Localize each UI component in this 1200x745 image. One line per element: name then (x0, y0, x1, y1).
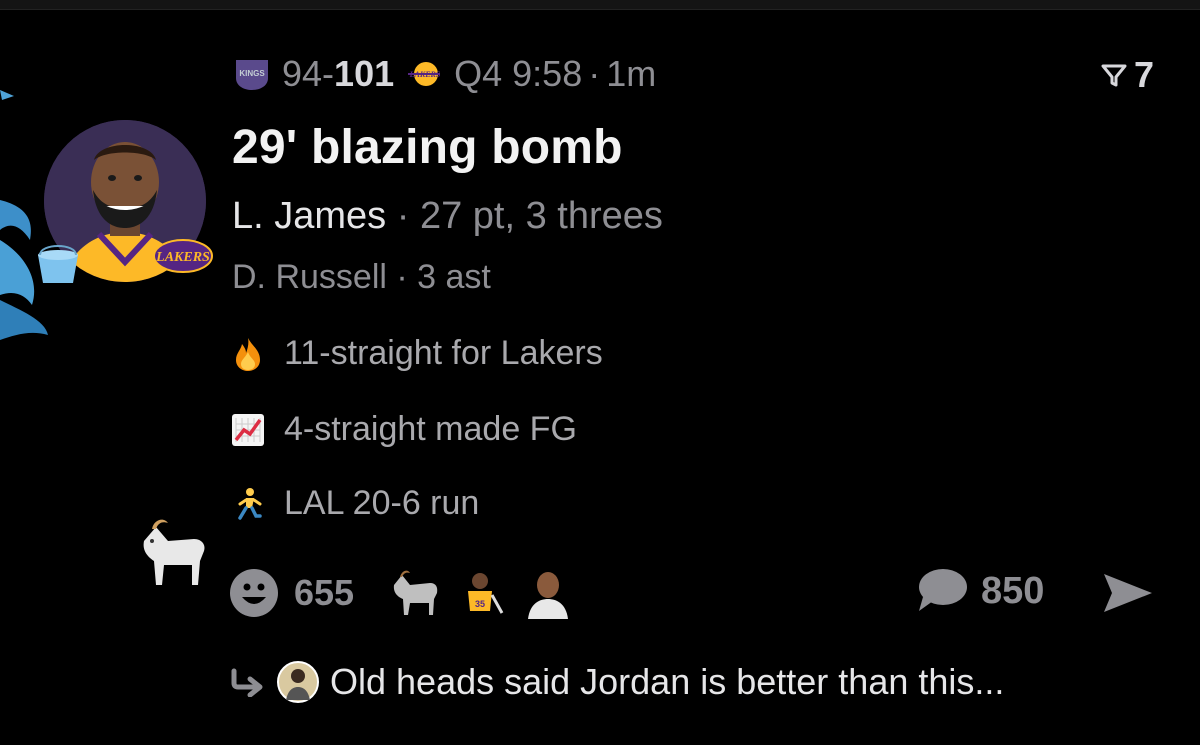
play-card[interactable]: LAKERS KINGS 94-101 LAKERS Q4 9:58 · 1m … (0, 0, 1200, 745)
streak-item: 4-straight made FG (230, 410, 577, 449)
post-age: 1m (606, 53, 657, 94)
goat-reaction-icon (393, 570, 438, 615)
streak-text: LAL 20-6 run (284, 484, 480, 522)
reply-text: Old heads said Jordan is better than thi… (330, 661, 1005, 702)
game-clock: Q4 9:58 (454, 53, 583, 94)
reply-user-avatar (277, 661, 319, 703)
share-icon[interactable] (1100, 570, 1156, 616)
svg-text:LAKERS: LAKERS (409, 70, 441, 79)
kings-logo-icon: KINGS (236, 60, 268, 90)
lakers-logo-icon: LAKERS (408, 62, 441, 86)
lakers-jersey-logo-icon: LAKERS (153, 239, 213, 273)
assist-line[interactable]: D. Russell · 3 ast (232, 258, 491, 297)
comments-button[interactable]: 850 (915, 567, 1044, 615)
streak-text: 11-straight for Lakers (284, 334, 603, 372)
fire-icon (236, 337, 260, 371)
streak-item: LAL 20-6 run (230, 484, 479, 523)
smiley-icon[interactable] (228, 567, 280, 619)
svg-text:KINGS: KINGS (239, 69, 265, 78)
streak-text: 4-straight made FG (284, 410, 577, 448)
goat-icon (143, 519, 205, 585)
player-stats: · 27 pt, 3 threes (396, 195, 663, 237)
comment-count: 850 (981, 569, 1045, 612)
chart-increasing-icon (232, 413, 264, 446)
game-score-row[interactable]: KINGS 94-101 LAKERS Q4 9:58 · 1m (232, 52, 656, 96)
meta-dot: · (588, 53, 601, 94)
player-line[interactable]: L. James · 27 pt, 3 threes (232, 195, 663, 238)
player-reaction-icon: 35 (468, 573, 504, 614)
runner-icon (238, 487, 262, 520)
comment-bubble-icon (919, 569, 967, 611)
svg-text:LAKERS: LAKERS (155, 250, 210, 265)
streak-item: 11-straight for Lakers (230, 334, 603, 373)
filter-count: 7 (1133, 54, 1154, 95)
filter-icon (1101, 64, 1127, 87)
svg-text:35: 35 (475, 599, 485, 609)
home-score: 101 (334, 53, 395, 94)
reply-preview[interactable]: Old heads said Jordan is better than thi… (230, 660, 1004, 704)
score-separator: - (322, 53, 335, 94)
person-reaction-icon (528, 572, 569, 619)
bucket-icon (38, 245, 78, 283)
reply-arrow-icon (231, 668, 263, 697)
reaction-count: 655 (294, 572, 355, 613)
filter-button[interactable]: 7 (1100, 54, 1154, 96)
reactions-row[interactable]: 655 35 (228, 565, 574, 621)
play-title: 29' blazing bomb (232, 121, 623, 174)
away-score: 94 (282, 53, 323, 94)
player-name[interactable]: L. James (232, 195, 386, 237)
